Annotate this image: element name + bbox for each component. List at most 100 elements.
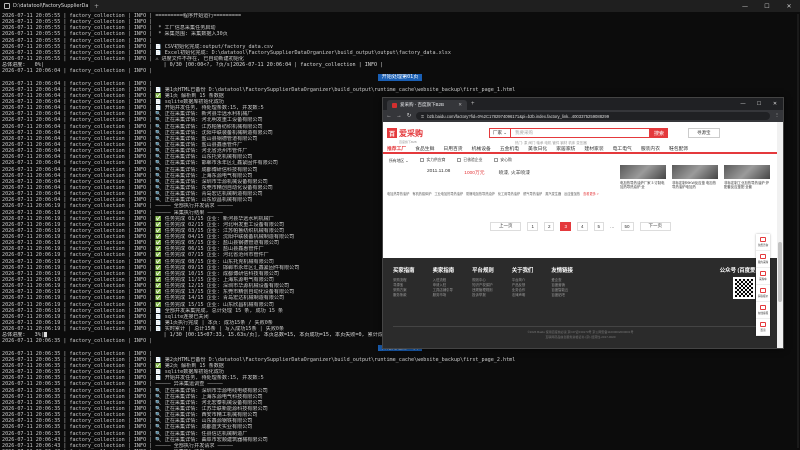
footer-link[interactable]: 投诉举报 bbox=[472, 293, 494, 298]
sidebar-label: 采购车 bbox=[759, 278, 767, 281]
sidebar-item[interactable]: 采购车 bbox=[756, 268, 770, 285]
sidebar-item[interactable]: 我的采购 bbox=[756, 251, 770, 268]
close-button[interactable]: ✕ bbox=[767, 101, 783, 107]
terminal-icon bbox=[4, 3, 10, 9]
sidebar-item[interactable]: 免费咨询 bbox=[756, 234, 770, 251]
filter-option[interactable]: 已核验企业 bbox=[457, 158, 482, 163]
footer-column: 平台规则 规则中心 知识产权保护 违规管理规则 投诉举报 bbox=[472, 266, 494, 299]
product-image[interactable] bbox=[724, 165, 770, 179]
back-button[interactable]: ← bbox=[386, 113, 392, 119]
category-tab[interactable]: 服装内衣 bbox=[641, 145, 660, 152]
related-link[interactable]: 工业电加热导热油炉 bbox=[434, 191, 463, 196]
footer-divider bbox=[393, 326, 768, 327]
related-link[interactable]: 防爆电加热导热油炉 bbox=[466, 191, 495, 196]
terminal-tab[interactable]: D:\datatool\FactorySupplierDa ✕ bbox=[0, 0, 90, 12]
footer-link[interactable]: 服务条款 bbox=[393, 293, 415, 298]
close-icon[interactable]: ✕ bbox=[458, 102, 462, 108]
close-button[interactable]: ✕ bbox=[778, 0, 800, 12]
filter-label: 实力供应商 bbox=[426, 158, 446, 162]
browser-window: 爱采购 - 百度旗下B2B ✕ + — ☐ ✕ ← → ↻ ⚿ b2b.baid… bbox=[382, 97, 784, 349]
new-tab-button[interactable]: + bbox=[94, 3, 99, 10]
registered-capital: 1000万元 bbox=[464, 171, 485, 176]
page-button[interactable]: 4 bbox=[577, 221, 588, 231]
filter-bar: 所有地区 ⌄ 实力供应商 已核验企业 安心购 bbox=[383, 156, 778, 165]
related-link[interactable]: 查看更多 > bbox=[583, 191, 599, 196]
footer-link[interactable]: 百度贴吧 bbox=[551, 293, 573, 298]
hot-search-words[interactable]: 热门: 泵 阀门 轴承 电机 管件 钢材 机床 变压器 bbox=[515, 141, 587, 146]
forward-button[interactable]: → bbox=[396, 113, 402, 119]
maximize-button[interactable]: ☐ bbox=[756, 0, 778, 12]
category-tab[interactable]: 推荐工厂 bbox=[387, 145, 406, 152]
site-logo[interactable]: 百 爱采购 百度旗下B2B bbox=[387, 123, 423, 144]
filter-option[interactable]: 安心购 bbox=[494, 158, 512, 163]
product-card[interactable]: 非标定制99KW反应釜 电加热导热油炉电加热 bbox=[672, 165, 718, 189]
checkbox-icon bbox=[420, 158, 425, 162]
filter-label: 已核验企业 bbox=[463, 158, 483, 162]
region-filter[interactable]: 所有地区 ⌄ bbox=[389, 158, 408, 164]
page-button[interactable]: 1 bbox=[527, 221, 538, 231]
search-scope-select[interactable]: 厂家 ⌄ bbox=[489, 128, 511, 138]
category-tab[interactable]: 建材家装 bbox=[584, 145, 603, 152]
related-link[interactable]: 反应釜加热 bbox=[564, 191, 580, 196]
minimize-button[interactable]: — bbox=[735, 101, 751, 107]
product-title[interactable]: 非标定制工业加热导热油炉 炉配套反应釜配 全套 bbox=[724, 181, 770, 189]
footer-column: 关于我们 平台简介 产品反馈 业务合作 法律声明 bbox=[512, 266, 534, 299]
category-tab[interactable]: 食品生鲜 bbox=[415, 145, 434, 152]
product-card[interactable]: 非标定制工业加热导热油炉 炉配套反应釜配 全套 bbox=[724, 165, 770, 189]
find-source-button[interactable]: 寻源宝 bbox=[688, 128, 720, 138]
page-button[interactable]: 5 bbox=[593, 221, 605, 231]
site-favicon-icon bbox=[392, 102, 397, 108]
terminal-tab-title: D:\datatool\FactorySupplierDa bbox=[13, 3, 89, 9]
category-tab[interactable]: 电工电气 bbox=[613, 145, 632, 152]
sidebar-item[interactable]: 获取报价 bbox=[756, 285, 770, 302]
product-title[interactable]: 电加热导热油炉厂家 3 订制电加热导热油炉 全 bbox=[620, 181, 666, 189]
sidebar-item[interactable]: 置顶 bbox=[756, 319, 770, 336]
category-tab[interactable]: 机械设备 bbox=[472, 145, 491, 152]
reload-button[interactable]: ↻ bbox=[406, 113, 412, 119]
maximize-button[interactable]: ☐ bbox=[751, 101, 767, 107]
page-button[interactable]: 2 bbox=[543, 221, 555, 231]
page-button[interactable]: 3 bbox=[560, 221, 571, 231]
category-tab[interactable]: 日用百货 bbox=[443, 145, 462, 152]
scrollbar-thumb[interactable] bbox=[778, 242, 782, 302]
related-link[interactable]: 蒸汽发生器 bbox=[545, 191, 561, 196]
footer-column-title: 卖家指南 bbox=[432, 268, 455, 274]
footer-link[interactable]: 服务市场 bbox=[433, 293, 455, 298]
browser-tab[interactable]: 爱采购 - 百度旗下B2B ✕ bbox=[387, 100, 467, 110]
sidebar-item[interactable]: 在线客服 bbox=[756, 302, 770, 319]
terminal-scrollbar[interactable] bbox=[797, 14, 799, 448]
page-button[interactable]: 50 bbox=[620, 221, 634, 231]
copyright-line[interactable]: 互联网药品信息服务资格证书 (京)-经营性-2017-0020 bbox=[383, 335, 778, 340]
product-image[interactable] bbox=[672, 165, 718, 179]
sidebar-label: 置顶 bbox=[760, 329, 766, 332]
sidebar-label: 在线客服 bbox=[757, 312, 769, 315]
menu-icon[interactable]: ⋮ bbox=[774, 113, 780, 119]
related-link[interactable]: 电加热导热油炉 bbox=[387, 191, 409, 196]
filter-option[interactable]: 实力供应商 bbox=[420, 158, 445, 163]
search-bar: 厂家 ⌄ 我要采购 搜索 bbox=[489, 128, 669, 138]
minimize-button[interactable]: — bbox=[734, 0, 756, 12]
product-image[interactable] bbox=[620, 165, 666, 179]
related-link[interactable]: 燃气导热油炉 bbox=[523, 191, 542, 196]
browser-tabbar: 爱采购 - 百度旗下B2B ✕ + — ☐ ✕ bbox=[383, 98, 783, 110]
pagination: 上一页 1 2 3 4 5 … 50 下一页 bbox=[383, 219, 778, 233]
page-scrollbar[interactable] bbox=[777, 122, 783, 348]
new-tab-button[interactable]: + bbox=[471, 101, 475, 107]
terminal-titlebar: D:\datatool\FactorySupplierDa ✕ + — ☐ ✕ bbox=[0, 0, 800, 12]
category-tab[interactable]: 鞋包配饰 bbox=[669, 145, 688, 152]
company-info-row: 2011.11.08 1000万元 喷漆, 火羊喷漆 bbox=[427, 169, 530, 176]
sidebar-label: 获取报价 bbox=[757, 295, 769, 298]
address-bar[interactable]: ⚿ b2b.baidu.com/factory?fid=0%2C17829740… bbox=[416, 112, 770, 120]
prev-page-button[interactable]: 上一页 bbox=[489, 221, 522, 231]
footer-link[interactable]: 法律声明 bbox=[512, 293, 534, 298]
related-link[interactable]: 有机热载体炉 bbox=[412, 191, 431, 196]
product-title[interactable]: 非标定制99KW反应釜 电加热导热油炉电加热 bbox=[672, 181, 718, 189]
search-input[interactable]: 我要采购 bbox=[510, 128, 651, 138]
next-page-button[interactable]: 下一页 bbox=[639, 221, 672, 231]
product-card[interactable]: 电加热导热油炉厂家 3 订制电加热导热油炉 全 bbox=[620, 165, 666, 189]
footer-column-title: 买家指南 bbox=[393, 268, 415, 274]
sidebar-icon bbox=[760, 254, 766, 259]
footer-column: 买家指南 采购流程 寻源宝 采购方案 服务条款 bbox=[393, 266, 415, 299]
related-link[interactable]: 化工用导热油炉 bbox=[498, 191, 520, 196]
search-button[interactable]: 搜索 bbox=[650, 128, 669, 138]
